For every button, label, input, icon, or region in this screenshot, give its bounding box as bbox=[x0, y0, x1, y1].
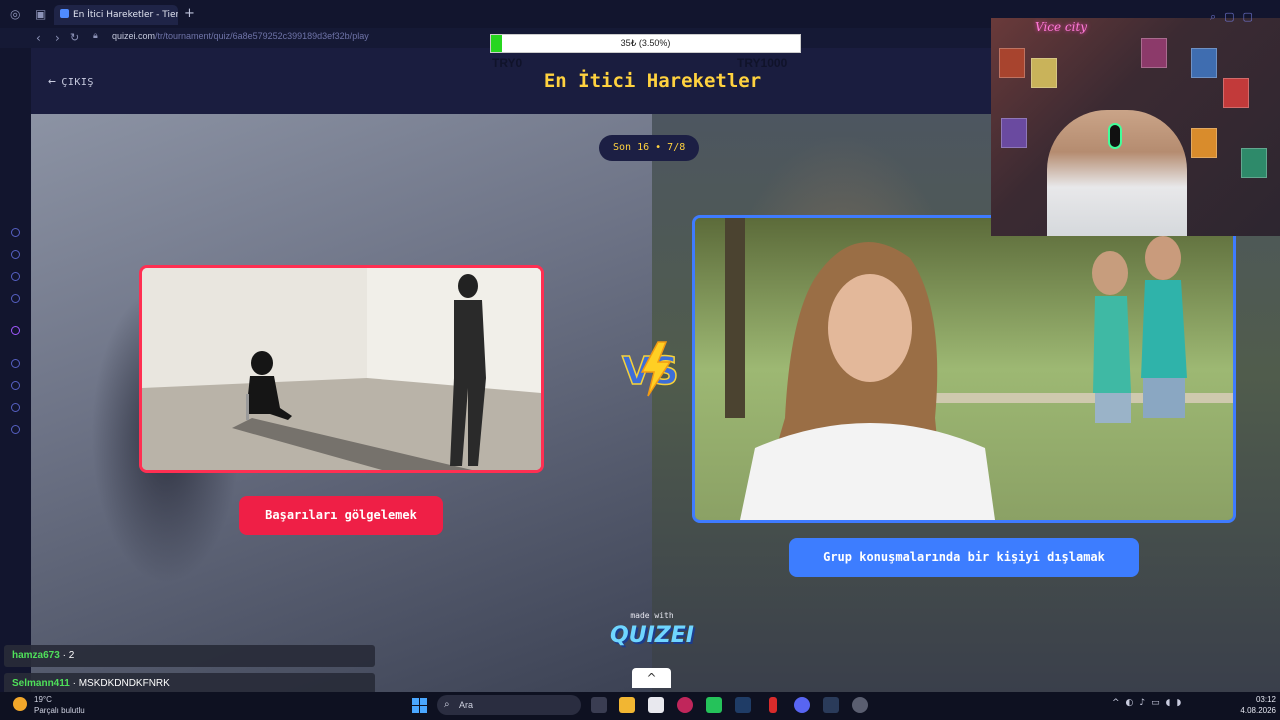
steam-icon[interactable] bbox=[735, 697, 751, 713]
chat-text: 2 bbox=[68, 650, 75, 661]
task-view-icon[interactable] bbox=[591, 697, 607, 713]
clock-time: 03:12 bbox=[1255, 695, 1276, 704]
chat-username: Selmann411 bbox=[12, 678, 70, 689]
chat-separator: · bbox=[69, 678, 79, 689]
weather-condition: Parçalı bulutlu bbox=[34, 706, 85, 715]
webcam-overlay: Vice city bbox=[991, 18, 1280, 236]
chat-text: MSKDKDNDKFNRK bbox=[78, 678, 170, 689]
address-bar[interactable]: quizei.com/tr/tournament/quiz/6a8e579252… bbox=[112, 31, 369, 41]
sidebar-icon-5[interactable] bbox=[11, 359, 20, 368]
windows-taskbar bbox=[0, 692, 1280, 720]
system-tray[interactable]: ^◐♪▭◖◗ bbox=[1112, 698, 1187, 708]
browser-sidebar bbox=[0, 48, 31, 692]
url-host: quizei.com bbox=[112, 31, 156, 41]
browser-logo-icon[interactable]: ◎ bbox=[10, 7, 20, 21]
weather-temperature: 19°C bbox=[34, 695, 52, 704]
file-explorer-icon[interactable] bbox=[619, 697, 635, 713]
poster bbox=[999, 48, 1025, 78]
tab-switcher-icon[interactable]: ▣ bbox=[35, 7, 46, 21]
discord-icon[interactable] bbox=[794, 697, 810, 713]
left-option-card[interactable] bbox=[139, 265, 544, 473]
right-option-button[interactable]: Grup konuşmalarında bir kişiyi dışlamak bbox=[789, 538, 1139, 577]
browser-tab-active[interactable]: En İtici Hareketler - Tier List bbox=[54, 5, 178, 25]
donation-progress-bar: 35₺ (3.50%) bbox=[490, 34, 801, 53]
settings-icon[interactable] bbox=[11, 425, 20, 434]
app-icon[interactable] bbox=[769, 697, 777, 713]
left-option-image bbox=[142, 268, 541, 470]
clock-date: 4.08.2026 bbox=[1240, 706, 1276, 715]
start-button-icon[interactable] bbox=[412, 698, 427, 713]
store-icon[interactable] bbox=[648, 697, 664, 713]
taskbar-search[interactable]: ⌕ Ara bbox=[437, 695, 581, 715]
search-placeholder: Ara bbox=[459, 700, 474, 710]
scroll-up-button[interactable]: ^ bbox=[632, 668, 671, 688]
sidebar-icon-3[interactable] bbox=[11, 272, 20, 281]
vs-lightning-icon: VS bbox=[621, 341, 680, 397]
reload-icon[interactable]: ↻ bbox=[70, 31, 79, 44]
history-icon[interactable] bbox=[11, 381, 20, 390]
donation-min-label: TRY0 bbox=[492, 56, 523, 70]
obs-icon[interactable] bbox=[852, 697, 868, 713]
back-icon[interactable]: ‹ bbox=[36, 31, 41, 45]
neon-sign: Vice city bbox=[1035, 20, 1088, 34]
url-path: /tr/tournament/quiz/6a8e579252c399189d3e… bbox=[155, 31, 369, 41]
poster bbox=[1001, 118, 1027, 148]
quizei-logo[interactable]: QUIZEI bbox=[606, 623, 698, 648]
sidebar-icon-2[interactable] bbox=[11, 250, 20, 259]
donation-progress-label: 35₺ (3.50%) bbox=[620, 38, 671, 48]
search-icon: ⌕ bbox=[444, 699, 450, 710]
right-option-image bbox=[695, 218, 1233, 520]
browser-app-icon[interactable] bbox=[677, 697, 693, 713]
whatsapp-icon[interactable] bbox=[706, 697, 722, 713]
twitch-icon[interactable] bbox=[11, 326, 20, 335]
poster bbox=[1191, 48, 1217, 78]
made-with-text: made with bbox=[630, 611, 674, 620]
screen: ◎ ▣ En İtici Hareketler - Tier List + ‹ … bbox=[0, 0, 1280, 720]
taskbar-clock[interactable]: 03:12 4.08.2026 bbox=[1230, 694, 1276, 716]
sidebar-icon-6[interactable] bbox=[11, 403, 20, 412]
weather-icon bbox=[13, 697, 27, 711]
poster bbox=[1223, 78, 1249, 108]
weather-widget[interactable]: 19°C Parçalı bulutlu bbox=[34, 694, 85, 716]
poster bbox=[1031, 58, 1057, 88]
poster bbox=[1241, 148, 1267, 178]
headset-icon bbox=[1108, 123, 1122, 149]
lock-icon: 🔒︎ bbox=[93, 31, 98, 41]
new-tab-button[interactable]: + bbox=[184, 6, 195, 21]
chat-username: hamza673 bbox=[12, 650, 60, 661]
chat-message: hamza673 · 2 bbox=[4, 645, 375, 667]
tab-favicon-icon bbox=[60, 9, 69, 18]
poster bbox=[1141, 38, 1167, 68]
steam-alt-icon[interactable] bbox=[823, 697, 839, 713]
round-indicator: Son 16 • 7/8 bbox=[599, 135, 700, 161]
tab-title: En İtici Hareketler - Tier List bbox=[73, 10, 178, 20]
left-option-button[interactable]: Başarıları gölgelemek bbox=[239, 496, 443, 535]
sidebar-icon-4[interactable] bbox=[11, 294, 20, 303]
chat-separator: · bbox=[59, 650, 69, 661]
sidebar-icon-1[interactable] bbox=[11, 228, 20, 237]
donation-max-label: TRY1000 bbox=[737, 56, 788, 70]
poster bbox=[1191, 128, 1217, 158]
window-controls[interactable]: ⌕▢▢ bbox=[1210, 10, 1261, 24]
right-option-card[interactable] bbox=[692, 215, 1236, 523]
forward-icon[interactable]: › bbox=[55, 31, 60, 45]
